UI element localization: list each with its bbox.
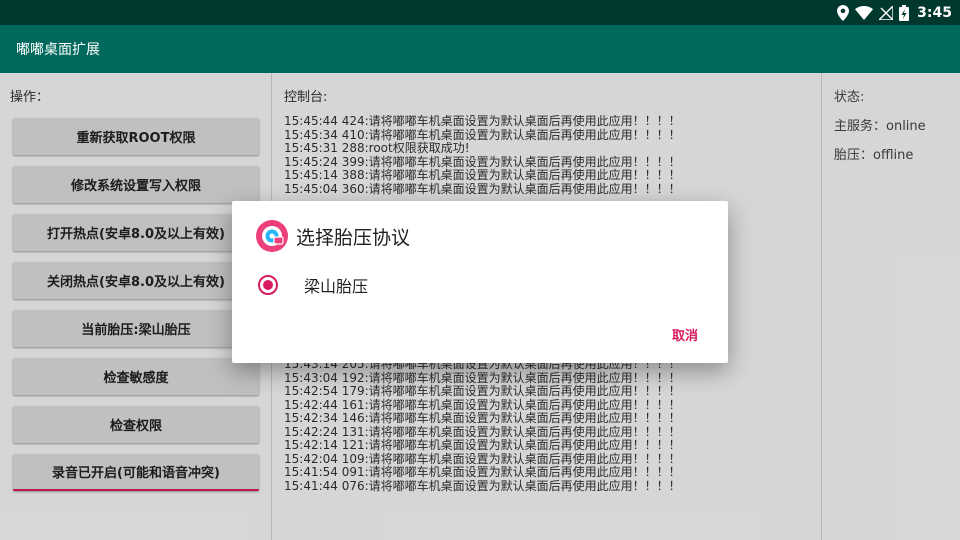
clock: 3:45 (917, 5, 952, 21)
tire-protocol-dialog: 选择胎压协议 梁山胎压 取消 (232, 201, 728, 363)
wifi-icon (855, 6, 874, 20)
dialog-title: 选择胎压协议 (296, 227, 411, 249)
status-icons: 3:45 (837, 3, 952, 23)
app-title: 嘟嘟桌面扩展 (16, 42, 100, 58)
protocol-option-liangshan[interactable]: 梁山胎压 (256, 269, 704, 301)
cancel-button[interactable]: 取消 (672, 325, 698, 344)
radio-selected-icon[interactable] (258, 275, 278, 295)
location-icon (837, 5, 850, 21)
protocol-option-label: 梁山胎压 (304, 277, 369, 296)
app-bar: 嘟嘟桌面扩展 (0, 25, 960, 73)
battery-charging-icon (899, 5, 910, 21)
status-bar: 3:45 (0, 0, 960, 25)
tire-app-icon (256, 220, 288, 252)
signal-off-icon (879, 6, 894, 20)
